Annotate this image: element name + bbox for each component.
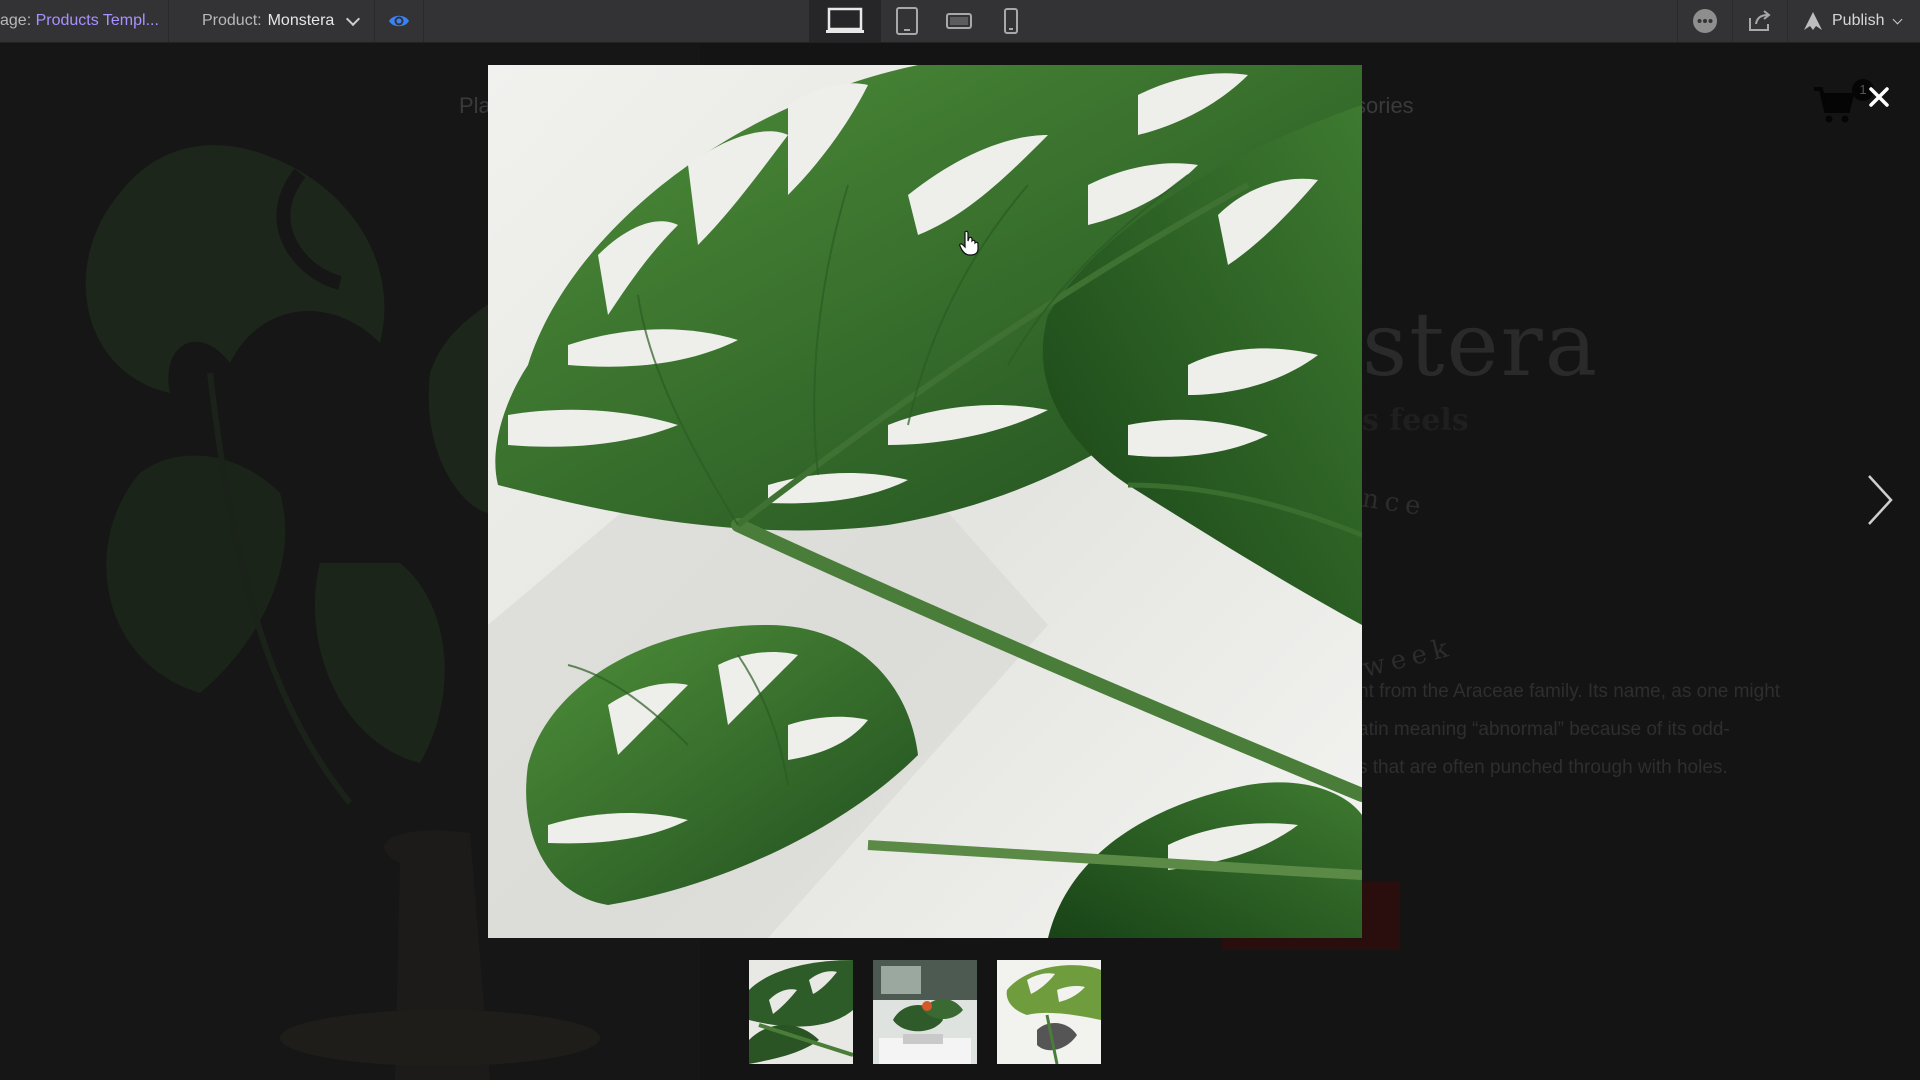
eye-icon (389, 15, 410, 27)
desktop-icon (826, 7, 864, 33)
nav-link-accessories-fragment: sories (1355, 93, 1414, 118)
next-image-button[interactable] (1858, 470, 1902, 530)
page-selector[interactable]: age: Products Templ... (0, 0, 169, 42)
product-title-fragment: stera (1362, 293, 1600, 396)
close-icon (1869, 87, 1889, 107)
chevron-down-icon (1893, 14, 1903, 24)
device-switcher (809, 0, 1037, 42)
close-lightbox-button[interactable] (1862, 80, 1896, 114)
publish-button[interactable]: Publish (1787, 0, 1920, 42)
publish-icon (1804, 12, 1822, 30)
product-label: Product: (202, 12, 262, 29)
tablet-view-button[interactable] (881, 0, 933, 42)
mobile-icon (1004, 8, 1018, 34)
thumbnail-1[interactable] (749, 960, 853, 1064)
page-label: age: (0, 12, 32, 29)
tablet-landscape-icon (946, 13, 972, 29)
nav-link-plants-fragment: Pla (459, 93, 491, 118)
care-badge-top-text: nce (1360, 483, 1429, 523)
mobile-view-button[interactable] (985, 0, 1037, 42)
thumbnail-strip (749, 960, 1101, 1064)
preview-button[interactable] (375, 0, 425, 42)
thumbnail-2[interactable] (873, 960, 977, 1064)
chevron-right-icon (1868, 475, 1893, 525)
tablet-landscape-view-button[interactable] (933, 0, 985, 42)
toolbar-right: Publish (1677, 0, 1920, 42)
page-value: Products Templ... (35, 12, 159, 29)
product-value: Monstera (267, 12, 335, 29)
product-description: nt from the Araceae family. Its name, as… (1358, 673, 1878, 787)
publish-label: Publish (1832, 12, 1885, 29)
tablet-icon (896, 7, 918, 35)
description-line: nt from the Araceae family. Its name, as… (1358, 681, 1781, 702)
hand-cursor-icon (959, 230, 979, 256)
share-icon (1749, 10, 1771, 31)
lightbox-main-image[interactable] (488, 65, 1362, 938)
chevron-down-icon (346, 11, 361, 27)
desktop-view-button[interactable] (809, 0, 881, 42)
more-dots-icon (1693, 9, 1717, 33)
product-selector[interactable]: Product: Monstera (169, 0, 376, 42)
thumbnail-3[interactable] (997, 960, 1101, 1064)
comments-button[interactable] (1677, 0, 1732, 42)
product-subtitle-fragment: s feels (1362, 403, 1469, 438)
description-line: s that are often punched through with ho… (1358, 757, 1728, 778)
description-line: atin meaning “abnormal” because of its o… (1358, 719, 1730, 740)
editor-toolbar: age: Products Templ... Product: Monstera (0, 0, 1920, 43)
share-button[interactable] (1732, 0, 1787, 42)
